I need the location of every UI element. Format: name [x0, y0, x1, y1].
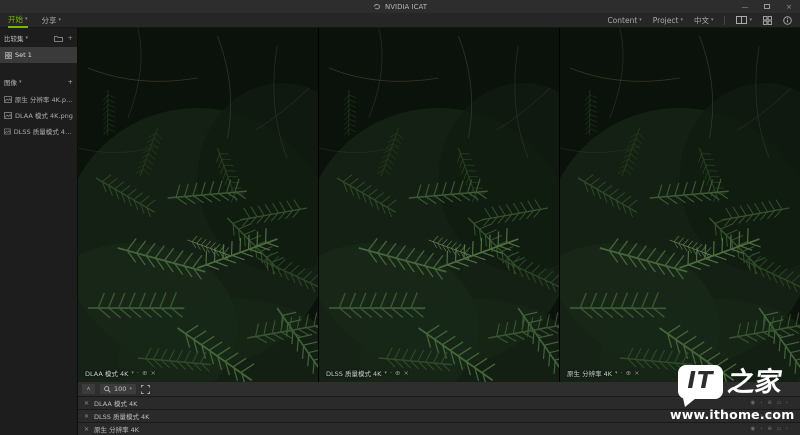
folder-icon[interactable]: [54, 35, 63, 42]
chevron-down-icon: ▾: [711, 18, 714, 23]
chevron-left-icon[interactable]: ‹: [760, 426, 762, 432]
viewport-3-label[interactable]: 原生 分辨率 4K ▾ · ⊕ ×: [567, 368, 640, 378]
image-list-item[interactable]: DLAA 模式 4K.png: [0, 107, 77, 123]
app-brand: NVIDIA ICAT: [373, 3, 427, 11]
close-icon[interactable]: ×: [634, 369, 639, 377]
menu-bar: 开始 ▾ 分享 ▾ Content ▾ Project ▾ 中文 ▾ ▾: [0, 13, 800, 28]
comparison-viewports: DLAA 模式 4K ▾ · ⊕ × DLSS 质量模式 4K ▾ · ⊕ ×: [78, 28, 800, 382]
chevron-down-icon[interactable]: ▾: [615, 371, 618, 376]
chevron-down-icon: ▾: [749, 18, 752, 23]
grid-view-icon[interactable]: [763, 16, 772, 25]
maximize-icon: [764, 4, 770, 9]
minimize-button[interactable]: —: [734, 0, 756, 13]
nvidia-logo-icon: [373, 3, 382, 10]
split-layout-icon: [736, 16, 747, 24]
app-title: NVIDIA ICAT: [385, 3, 427, 11]
image-row-label: DLAA 模式 4K: [94, 398, 137, 408]
language-menu[interactable]: 中文 ▾: [694, 15, 714, 26]
viewport-1[interactable]: DLAA 模式 4K ▾ · ⊕ ×: [78, 28, 319, 382]
remove-image-icon[interactable]: ✕: [84, 400, 89, 407]
chevron-down-icon: ▾: [25, 17, 28, 22]
content-menu[interactable]: Content ▾: [607, 16, 641, 25]
image-file-name: DLSS 质量模式 4K.png: [14, 126, 73, 136]
chevron-down-icon: ▾: [26, 36, 29, 41]
window-controls: — ×: [734, 0, 800, 13]
image-icon: [4, 128, 11, 135]
tab-start[interactable]: 开始 ▾: [8, 12, 28, 28]
zoom-value: 100: [114, 385, 126, 393]
image-icon: [4, 96, 12, 103]
maximize-button[interactable]: [756, 0, 778, 13]
project-menu[interactable]: Project ▾: [653, 16, 683, 25]
viewport-2[interactable]: DLSS 质量模式 4K ▾ · ⊕ ×: [319, 28, 560, 382]
ithome-logo-cjk: 之家: [726, 369, 784, 396]
info-icon[interactable]: [783, 16, 792, 25]
foliage-image: [78, 28, 318, 382]
ithome-logo: IT: [678, 365, 723, 399]
image-file-name: 原生 分辨率 4K.png: [15, 94, 73, 104]
image-list-item[interactable]: 原生 分辨率 4K.png: [0, 91, 77, 107]
close-icon[interactable]: ×: [403, 369, 408, 377]
images-header[interactable]: 图像 ▾ +: [0, 73, 77, 91]
eye-icon[interactable]: ◉: [750, 426, 755, 432]
pixel-zoom-icon[interactable]: ⊕: [395, 369, 400, 377]
comparison-sets-header[interactable]: 比较集 ▾ +: [0, 28, 77, 47]
zoom-control[interactable]: 100 ▾: [100, 384, 136, 394]
add-image-button[interactable]: +: [68, 78, 73, 86]
chevron-down-icon: ▾: [19, 80, 22, 85]
separator-dot: ·: [137, 369, 139, 377]
image-row-label: DLSS 质量模式 4K: [94, 411, 149, 421]
chevron-down-icon[interactable]: ▾: [384, 371, 387, 376]
set-item-label: Set 1: [15, 51, 32, 59]
set-item-selected[interactable]: Set 1: [0, 47, 77, 63]
image-file-name: DLAA 模式 4K.png: [15, 110, 73, 120]
image-row[interactable]: ✕ 原生 分辨率 4K ◉ ‹ ⊕ ▫ ›: [78, 422, 800, 435]
image-icon: [4, 112, 12, 119]
fit-to-screen-icon[interactable]: [141, 385, 150, 394]
collapse-panel-button[interactable]: ∧: [82, 384, 95, 394]
add-set-button[interactable]: +: [68, 34, 73, 42]
ithome-watermark: IT 之家 www.ithome.com: [670, 365, 790, 422]
title-bar: NVIDIA ICAT — ×: [0, 0, 800, 13]
image-list-item[interactable]: DLSS 质量模式 4K.png: [0, 123, 77, 139]
chevron-down-icon: ▾: [639, 18, 642, 23]
close-button[interactable]: ×: [778, 0, 800, 13]
remove-image-icon[interactable]: ✕: [84, 426, 89, 433]
viewport-2-label[interactable]: DLSS 质量模式 4K ▾ · ⊕ ×: [326, 368, 409, 378]
remove-image-icon[interactable]: ✕: [84, 413, 89, 420]
row-controls: ◉ ‹ ⊕ ▫ ›: [750, 426, 788, 432]
chevron-down-icon: ▾: [59, 18, 62, 23]
set-grid-icon: [5, 52, 12, 59]
viewport-3[interactable]: 原生 分辨率 4K ▾ · ⊕ ×: [560, 28, 800, 382]
box-icon[interactable]: ▫: [777, 426, 781, 432]
foliage-image: [560, 28, 800, 382]
layout-menu[interactable]: ▾: [736, 16, 752, 24]
separator-dot: ·: [621, 369, 623, 377]
menu-right-group: Content ▾ Project ▾ 中文 ▾ ▾: [607, 15, 792, 26]
pixel-zoom-icon[interactable]: ⊕: [142, 369, 147, 377]
tab-share[interactable]: 分享 ▾: [42, 13, 62, 27]
separator: [724, 16, 725, 25]
align-icon[interactable]: ⊕: [767, 426, 772, 432]
chevron-right-icon[interactable]: ›: [786, 426, 788, 432]
chevron-down-icon: ▾: [129, 387, 132, 392]
sidebar: 比较集 ▾ + Set 1 图像 ▾ +: [0, 28, 78, 435]
chevron-down-icon: ▾: [680, 18, 683, 23]
ithome-url: www.ithome.com: [670, 407, 790, 422]
separator-dot: ·: [390, 369, 392, 377]
chevron-down-icon[interactable]: ▾: [131, 371, 134, 376]
foliage-image: [319, 28, 559, 382]
close-icon[interactable]: ×: [150, 369, 155, 377]
pixel-zoom-icon[interactable]: ⊕: [626, 369, 631, 377]
magnifier-icon: [104, 386, 111, 393]
viewport-1-label[interactable]: DLAA 模式 4K ▾ · ⊕ ×: [85, 368, 156, 378]
image-row-label: 原生 分辨率 4K: [94, 424, 139, 434]
